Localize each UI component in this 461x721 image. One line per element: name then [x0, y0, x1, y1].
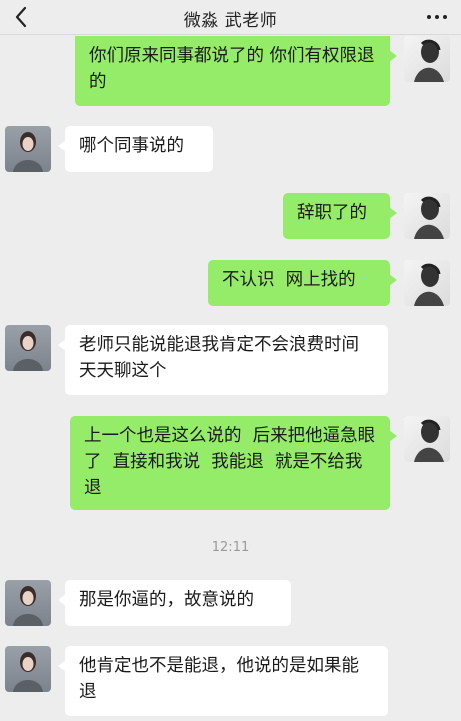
message-text: 你们原来同事都说了的 你们有权限退的: [89, 46, 375, 92]
message-bubble-received[interactable]: 老师只能说能退我肯定不会浪费时间天天聊这个: [58, 325, 388, 395]
message-text: 哪个同事说的: [79, 136, 184, 156]
avatar-person-icon: [13, 132, 43, 172]
message-text: 辞职了的: [297, 203, 367, 223]
avatar-teacher[interactable]: [5, 126, 51, 172]
message-text: 上一个也是这么说的 后来把他逼急眼了 直接和我说 我能退 就是不给我退: [84, 426, 376, 498]
avatar-me[interactable]: [404, 416, 450, 462]
avatar-teacher[interactable]: [5, 325, 51, 371]
avatar-me[interactable]: [404, 260, 450, 306]
more-button[interactable]: [425, 8, 449, 26]
avatar-person-icon: [13, 586, 43, 626]
avatar-person-icon: [13, 331, 43, 371]
message-bubble-received[interactable]: 他肯定也不是能退，他说的是如果能退: [58, 646, 388, 716]
message-text: 他肯定也不是能退，他说的是如果能退: [79, 656, 359, 702]
message-text: 不认识 网上找的: [222, 270, 356, 290]
message-text: 老师只能说能退我肯定不会浪费时间天天聊这个: [79, 335, 359, 381]
message-bubble-sent[interactable]: 不认识 网上找的: [208, 260, 397, 306]
message-bubble-sent[interactable]: 你们原来同事都说了的 你们有权限退的: [75, 36, 397, 106]
avatar-figure-icon: [414, 419, 444, 462]
chat-title: 微淼 武老师: [183, 11, 278, 31]
message-text: 那是你逼的，故意说的: [79, 590, 254, 610]
avatar-teacher[interactable]: [5, 646, 51, 692]
avatar-figure-icon: [414, 263, 444, 306]
message-timestamp: 12:11: [211, 540, 250, 555]
message-bubble-received[interactable]: 哪个同事说的: [58, 126, 213, 172]
avatar-person-icon: [13, 652, 43, 692]
avatar-figure-icon: [414, 39, 444, 82]
message-bubble-sent[interactable]: 辞职了的: [283, 193, 397, 239]
avatar-me[interactable]: [404, 36, 450, 82]
message-bubble-received[interactable]: 那是你逼的，故意说的: [58, 580, 291, 626]
message-bubble-sent[interactable]: 上一个也是这么说的 后来把他逼急眼了 直接和我说 我能退 就是不给我退: [70, 416, 397, 510]
avatar-me[interactable]: [404, 193, 450, 239]
chat-header: 微淼 武老师: [0, 0, 461, 35]
avatar-teacher[interactable]: [5, 580, 51, 626]
more-dots-icon: [427, 15, 431, 19]
avatar-figure-icon: [414, 196, 444, 239]
